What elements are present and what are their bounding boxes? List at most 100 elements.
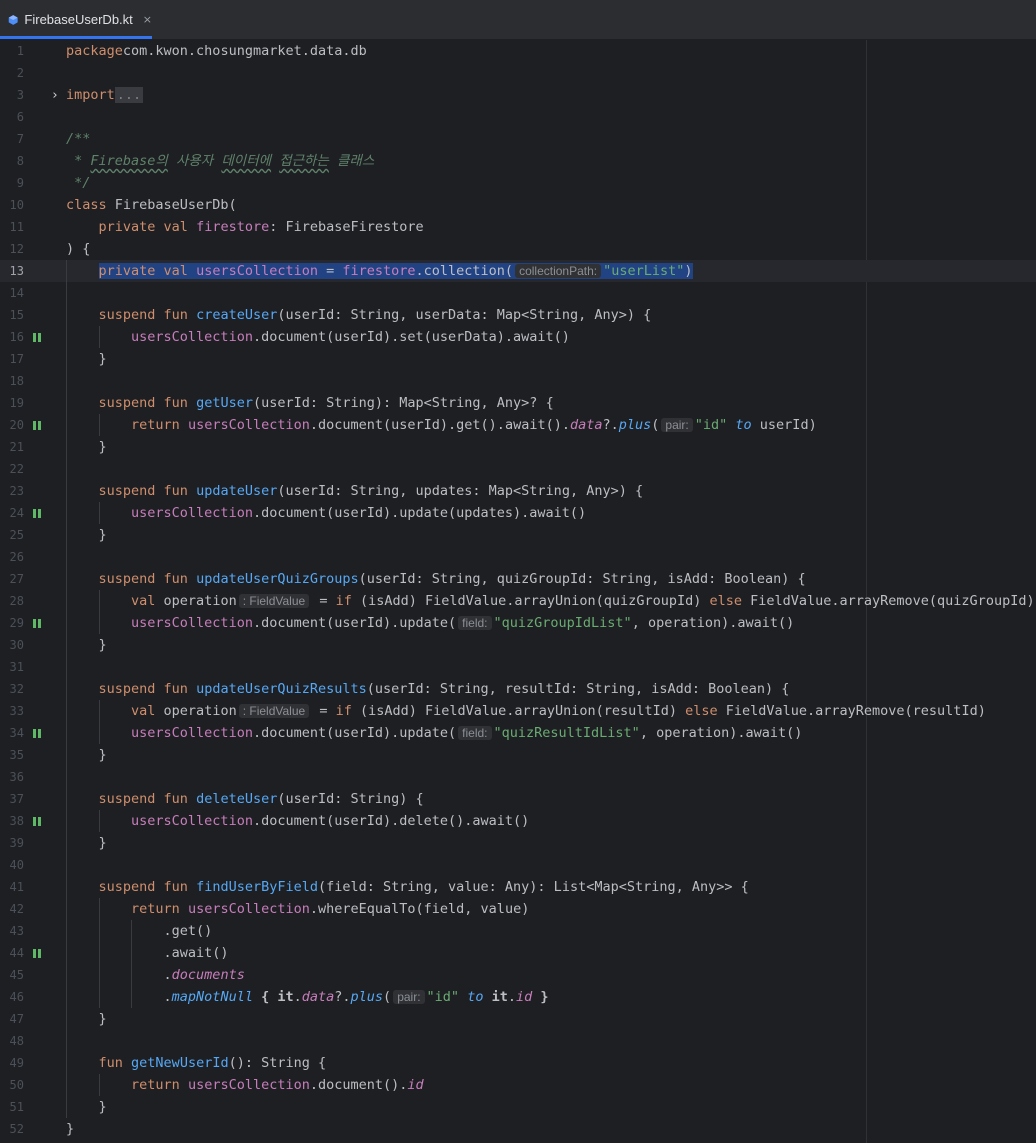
code-line[interactable]: 11 private val firestore: FirebaseFirest… [0,216,1036,238]
code-line[interactable]: 46 .mapNotNull { it.data?.plus(pair: "id"… [0,986,1036,1008]
code-token: ( [383,989,392,1005]
code-line[interactable]: 39 } [0,832,1036,854]
indent-guide [98,414,100,436]
code-line[interactable]: 14 [0,282,1036,304]
code-token: com.kwon.chosungmarket.data.db [122,43,367,59]
code-line[interactable]: 7 /** [0,128,1036,150]
run-marker-icon[interactable] [32,612,42,634]
run-marker-icon[interactable] [32,414,42,436]
code-line[interactable]: 13 private val usersCollection = firesto… [0,260,1036,282]
run-marker-icon[interactable] [32,722,42,744]
line-number: 37 [9,792,24,806]
code-token: suspend fun [98,571,188,587]
code-line[interactable]: 18 [0,370,1036,392]
code-line[interactable]: 42 return usersCollection.whereEqualTo(f… [0,898,1036,920]
code-text: suspend fun updateUserQuizResults(userId… [66,678,790,700]
code-text: usersCollection.document(userId).update(… [66,612,794,634]
code-line[interactable]: 15 suspend fun createUser(userId: String… [0,304,1036,326]
code-line[interactable]: 17 } [0,348,1036,370]
close-icon[interactable]: × [143,13,152,26]
code-token: 클래스 [328,153,375,169]
code-line[interactable]: 48 [0,1030,1036,1052]
code-line[interactable]: 33 val operation: FieldValue = if (isAdd… [0,700,1036,722]
run-marker-icon[interactable] [32,502,42,524]
code-token: suspend fun [98,483,188,499]
code-line[interactable]: 22 [0,458,1036,480]
code-text: .get() [66,920,213,942]
code-editor[interactable]: 1 packagecom.kwon.chosungmarket.data.db 2 3… [0,40,1036,1143]
code-token: : FirebaseFirestore [269,219,424,235]
line-number: 6 [16,110,24,124]
code-line[interactable]: 52} [0,1118,1036,1140]
code-token: firestore [342,263,416,279]
code-line[interactable]: 1 packagecom.kwon.chosungmarket.data.db [0,40,1036,62]
run-marker-icon[interactable] [32,942,42,964]
code-line[interactable]: 47 } [0,1008,1036,1030]
code-line[interactable]: 40 [0,854,1036,876]
code-line[interactable]: 27 suspend fun updateUserQuizGroups(user… [0,568,1036,590]
code-token: package [66,43,123,59]
code-text: class FirebaseUserDb( [66,194,237,216]
code-token: } [66,351,107,367]
code-line[interactable]: 23 suspend fun updateUser(userId: String… [0,480,1036,502]
code-token: userId) [751,417,817,433]
indent-guide [98,898,100,1008]
code-line[interactable]: 32 suspend fun updateUserQuizResults(use… [0,678,1036,700]
code-text: } [66,1008,107,1030]
line-number: 10 [9,198,24,212]
code-text: usersCollection.document(userId).set(use… [66,326,570,348]
code-line[interactable]: 36 [0,766,1036,788]
run-marker-icon[interactable] [32,326,42,348]
code-token: = [311,703,336,719]
code-line[interactable]: 6 [0,106,1036,128]
code-line[interactable]: 16 usersCollection.document(userId).set(… [0,326,1036,348]
tab-firebase-user-db[interactable]: FirebaseUserDb.kt × [0,0,152,39]
code-line[interactable]: 12) { [0,238,1036,260]
chevron-right-icon[interactable]: › [48,84,62,106]
code-token: { it [261,989,294,1005]
code-line[interactable]: 44 .await() [0,942,1036,964]
code-token: if [335,703,352,719]
run-marker-icon[interactable] [32,810,42,832]
code-token: data [569,417,603,433]
folded-imports[interactable]: ... [114,87,144,103]
code-line[interactable]: 34 usersCollection.document(userId).upda… [0,722,1036,744]
code-line[interactable]: 8 * Firebase의 사용자 데이터에 접근하는 클래스 [0,150,1036,172]
code-line[interactable]: 2 [0,62,1036,84]
code-token: usersCollection [187,1077,310,1093]
line-number: 32 [9,682,24,696]
code-token: (isAdd) FieldValue.arrayUnion(quizGroupI… [351,593,710,609]
code-text: suspend fun createUser(userId: String, u… [66,304,652,326]
code-token: } [66,1121,75,1137]
code-line[interactable]: 26 [0,546,1036,568]
code-line[interactable]: 3 › import... [0,84,1036,106]
code-line[interactable]: 20 return usersCollection.document(userI… [0,414,1036,436]
code-line[interactable]: 29 usersCollection.document(userId).upda… [0,612,1036,634]
code-line[interactable]: 49 fun getNewUserId(): String { [0,1052,1036,1074]
code-line[interactable]: 37 suspend fun deleteUser(userId: String… [0,788,1036,810]
code-text: suspend fun updateUserQuizGroups(userId:… [66,568,806,590]
code-line[interactable]: 25 } [0,524,1036,546]
code-line[interactable]: 21 } [0,436,1036,458]
code-line[interactable]: 10 class FirebaseUserDb( [0,194,1036,216]
code-line[interactable]: 19 suspend fun getUser(userId: String): … [0,392,1036,414]
code-line[interactable]: 43 .get() [0,920,1036,942]
code-line[interactable]: 30 } [0,634,1036,656]
code-line[interactable]: 9 */ [0,172,1036,194]
code-line[interactable]: 50 return usersCollection.document().id [0,1074,1036,1096]
code-line[interactable]: 38 usersCollection.document(userId).dele… [0,810,1036,832]
code-text: /** [66,128,90,150]
code-line[interactable]: 24 usersCollection.document(userId).upda… [0,502,1036,524]
code-line[interactable]: 28 val operation: FieldValue = if (isAdd… [0,590,1036,612]
code-line[interactable]: 45 .documents [0,964,1036,986]
code-line[interactable]: 51 } [0,1096,1036,1118]
code-line[interactable]: 35 } [0,744,1036,766]
code-token: } [66,527,107,543]
code-line[interactable]: 41 suspend fun findUserByField(field: St… [0,876,1036,898]
code-line[interactable]: 31 [0,656,1036,678]
